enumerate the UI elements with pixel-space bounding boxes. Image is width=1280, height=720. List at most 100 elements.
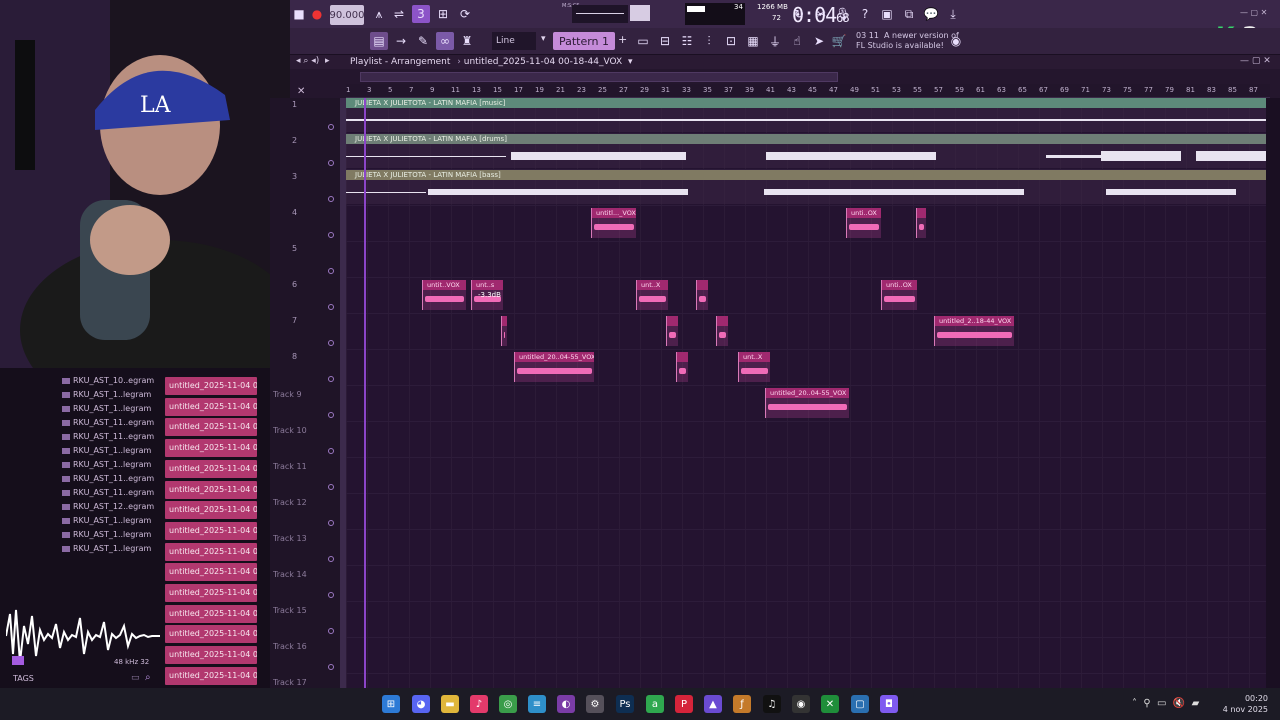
browser-item[interactable]: RKU_AST_1..legram [62,460,151,469]
browser-item[interactable]: RKU_AST_1..legram [62,516,151,525]
instagram-icon[interactable]: ◘ [880,695,898,713]
folder-icon[interactable]: ▭ [131,673,140,683]
view-browser-icon[interactable]: ⊡ [722,32,740,50]
playlist-window-controls[interactable]: — ▢ ✕ [1240,56,1271,66]
recording-file[interactable]: untitled_2025-11-04 00-... [165,459,257,478]
track-label[interactable]: Track 17 [273,678,307,687]
recording-file[interactable]: untitled_2025-11-04 00-... [165,563,257,582]
browser-item[interactable]: RKU_AST_11..egram [62,488,154,497]
browser-item[interactable]: RKU_AST_10..egram [62,376,154,385]
recording-file[interactable]: untitled_2025-11-04 00-... [165,666,257,685]
touch-icon[interactable]: ☝ [788,32,806,50]
track-number[interactable]: 1 [292,100,297,109]
track-label[interactable]: Track 15 [273,606,307,615]
track-number[interactable]: 6 [292,280,297,289]
window-controls[interactable]: — ▢ ✕ [1240,8,1267,17]
recording-file[interactable]: untitled_2025-11-04 00-... [165,646,257,665]
view-piano-roll-icon[interactable]: ⊟ [656,32,674,50]
recording-file[interactable]: untitled_2025-11-04 00-... [165,521,257,540]
recording-file[interactable]: untitled_2025-11-04 00-... [165,397,257,416]
preview-play-icon[interactable] [12,656,24,665]
pattern-selector[interactable]: Pattern 1 [553,32,615,50]
news-panel[interactable]: 03 11 A newer version of FL Studio is av… [856,31,959,51]
tray-icons[interactable]: ˄ ⚲ ▭ 🔇 ▰ [1132,698,1199,709]
explorer-icon[interactable]: ▬ [441,695,459,713]
pinterest-icon[interactable]: P [675,695,693,713]
browser-item[interactable]: RKU_AST_1..legram [62,404,151,413]
track-mute-icon[interactable] [328,448,334,454]
browser-item[interactable]: RKU_AST_11..egram [62,432,154,441]
start-icon[interactable]: ⊞ [382,695,400,713]
track-mute-icon[interactable] [328,628,334,634]
mixer-icon[interactable]: ⧉ [900,5,918,23]
undo-icon[interactable]: ↻ [790,5,808,23]
editor-icon[interactable]: a [646,695,664,713]
vox-clip[interactable]: unt..X [636,280,668,310]
track-number[interactable]: 8 [292,352,297,361]
download-icon[interactable]: ⤓ [944,5,962,23]
vox-clip[interactable] [916,208,926,238]
xbox-icon[interactable]: ✕ [821,695,839,713]
track-mute-icon[interactable] [328,412,334,418]
browser-item[interactable]: RKU_AST_1..legram [62,390,151,399]
track-number[interactable]: 2 [292,136,297,145]
vox-clip[interactable]: untitl..._VOX [591,208,636,238]
cart-icon[interactable]: 🛒 [830,32,848,50]
track-mute-icon[interactable] [328,340,334,346]
tiktok-icon[interactable]: ♫ [763,695,781,713]
globe-icon[interactable]: ◉ [947,32,965,50]
track-row[interactable] [346,530,1266,566]
loop-record-icon[interactable]: ⟳ [456,5,474,23]
track-label[interactable]: Track 16 [273,642,307,651]
recording-file[interactable]: untitled_2025-11-04 00-... [165,542,257,561]
track-label[interactable]: Track 12 [273,498,307,507]
track-mute-icon[interactable] [328,232,334,238]
stamp-icon[interactable]: ♜ [458,32,476,50]
obs-icon[interactable]: ◉ [792,695,810,713]
recording-file[interactable]: untitled_2025-11-04 00-... [165,501,257,520]
track-mute-icon[interactable] [328,376,334,382]
step-edit-icon[interactable]: ⊞ [434,5,452,23]
vox-clip[interactable]: unti..OX [881,280,917,310]
view-channel-rack-icon[interactable]: ☷ [678,32,696,50]
app-icon[interactable]: ◐ [557,695,575,713]
metronome-icon[interactable]: ⩚ [370,5,388,23]
notepad-icon[interactable]: ≡ [528,695,546,713]
vox-clip[interactable]: unti..OX [846,208,881,238]
vox-clip[interactable] [501,316,507,346]
music-icon[interactable]: ♪ [470,695,488,713]
track-number[interactable]: 5 [292,244,297,253]
vox-clip[interactable] [666,316,678,346]
track-mute-icon[interactable] [328,124,334,130]
track-mute-icon[interactable] [328,160,334,166]
save-icon[interactable]: ▣ [878,5,896,23]
snap-select[interactable]: Line [492,32,536,50]
vox-clip[interactable]: unt..s -3.3dB [471,280,503,310]
vox-clip[interactable] [716,316,728,346]
track-row[interactable] [346,674,1266,688]
browser-item[interactable]: RKU_AST_12..egram [62,502,154,511]
mic-icon[interactable]: 🎙 [834,5,852,23]
view-clipboard-icon[interactable]: ▦ [744,32,762,50]
track-row[interactable] [346,494,1266,530]
track-mute-icon[interactable] [328,556,334,562]
track-mute-icon[interactable] [328,484,334,490]
arc-icon[interactable]: ▲ [704,695,722,713]
track-mute-icon[interactable] [328,664,334,670]
photoshop-icon[interactable]: Ps [616,695,634,713]
track-row[interactable] [346,350,1266,386]
timeline-ruler[interactable]: 1 3 5 7 9 11 13 15 17 19 21 23 25 27 29 31 33 35 37 39 41 43 4… [346,84,1270,98]
vox-clip[interactable] [696,280,708,310]
vox-clip[interactable]: unt..X [738,352,770,382]
browser-item[interactable]: RKU_AST_1..legram [62,530,151,539]
view-mixer-icon[interactable]: ⫶ [700,32,718,50]
playlist-icon[interactable]: ▤ [370,32,388,50]
track-row[interactable] [346,422,1266,458]
tools-icon[interactable]: ➤ [810,32,828,50]
browser-item[interactable]: RKU_AST_1..legram [62,446,151,455]
track-mute-icon[interactable] [328,196,334,202]
track-label[interactable]: Track 11 [273,462,307,471]
cut-icon[interactable]: ✂ [812,5,830,23]
view-playlist-icon[interactable]: ▭ [634,32,652,50]
vox-clip[interactable]: untitled_20..04-55_VOX [765,388,849,418]
